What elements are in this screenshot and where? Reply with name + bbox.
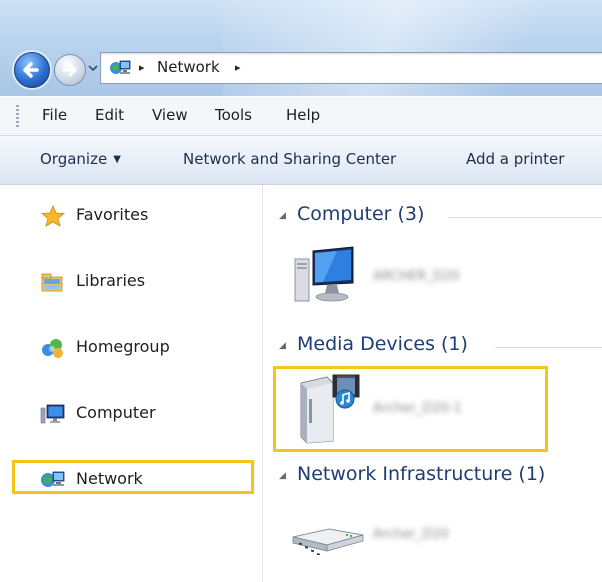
network-icon [110,60,131,74]
sidebar-item-label: Computer [76,403,156,422]
collapse-triangle-icon[interactable]: ◢ [279,211,286,221]
group-header-computer[interactable]: ◢ Computer (3) [263,201,602,231]
group-divider [495,347,602,348]
menu-view[interactable]: View [152,106,188,124]
group-header-media-devices[interactable]: ◢ Media Devices (1) [263,331,602,361]
content-pane: ◢ Computer (3) ARCHER_D20 ◢ Media Device… [263,185,602,582]
breadcrumb-separator[interactable]: ▸ [139,61,145,74]
menu-bar: File Edit View Tools Help [0,97,602,136]
device-router[interactable]: Archer_D20 [289,521,589,571]
breadcrumb-separator[interactable]: ▸ [235,61,241,74]
address-bar[interactable]: ▸ Network ▸ [100,52,602,84]
breadcrumb-network[interactable]: Network [157,58,220,76]
media-device-selection-highlight [273,366,548,452]
device-name: ARCHER_D20 [373,269,460,284]
sidebar-item-label: Libraries [76,271,146,290]
collapse-triangle-icon[interactable]: ◢ [279,341,286,351]
organize-label: Organize [40,150,108,168]
navigation-pane: Favorites Libraries Homegroup Computer N… [0,185,263,582]
group-divider [449,217,602,218]
group-title: Media Devices (1) [297,333,468,355]
device-computer[interactable]: ARCHER_D20 [293,245,593,315]
network-selection-highlight [12,460,254,494]
collapse-triangle-icon[interactable]: ◢ [279,471,286,481]
forward-button[interactable] [54,54,86,86]
menu-edit[interactable]: Edit [95,106,124,124]
network-sharing-center-button[interactable]: Network and Sharing Center [183,150,396,168]
sidebar-item-label: Favorites [76,205,149,224]
back-button[interactable] [14,52,50,88]
chevron-down-icon: ▼ [113,154,121,165]
router-icon [292,528,364,555]
command-bar: Organize ▼ Network and Sharing Center Add… [0,136,602,185]
forward-arrow-icon [62,63,77,77]
homegroup-icon [42,339,63,358]
title-bar: ▸ Network ▸ [0,0,602,96]
menu-help[interactable]: Help [286,106,320,124]
menu-tools[interactable]: Tools [215,106,252,124]
computer-icon [40,404,65,424]
group-title: Computer (3) [297,203,425,225]
menu-grip [16,105,19,127]
menu-file[interactable]: File [42,106,67,124]
sidebar-item-label: Homegroup [76,337,170,356]
back-arrow-icon [23,62,39,78]
libraries-icon [41,273,63,292]
device-name: Archer_D20 [373,527,449,542]
group-header-network-infrastructure[interactable]: ◢ Network Infrastructure (1) [263,461,602,491]
add-printer-button[interactable]: Add a printer [466,150,564,168]
group-title: Network Infrastructure (1) [297,463,546,485]
computer-monitor-icon [294,246,354,302]
recent-pages-chevron-down-icon[interactable] [88,63,98,73]
organize-button[interactable]: Organize ▼ [40,150,121,168]
star-icon [40,205,66,227]
